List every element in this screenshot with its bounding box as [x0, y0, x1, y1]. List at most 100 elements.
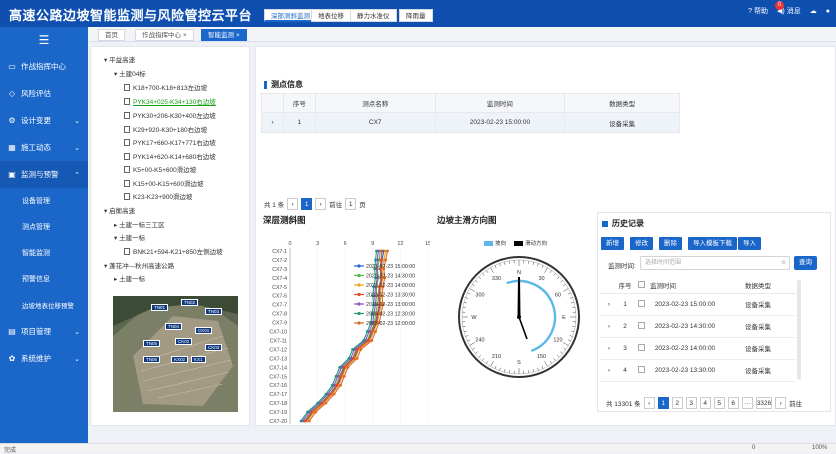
- tab-label: 首页: [105, 32, 118, 39]
- tree-node[interactable]: K29+920-K30+180右边坡: [124, 124, 207, 134]
- page-button[interactable]: 1: [301, 198, 312, 210]
- close-icon[interactable]: ×: [236, 32, 240, 39]
- tree-node[interactable]: K23-K23+900滑边坡: [124, 191, 192, 201]
- sidebar-item-system[interactable]: ✿系统维护⌄: [0, 345, 88, 372]
- question-icon: ?: [748, 8, 752, 15]
- tree-node[interactable]: ▾ 启衡高速: [104, 205, 135, 215]
- table-cell: 2: [618, 315, 632, 337]
- expand-icon[interactable]: ›: [262, 113, 284, 133]
- tree-node[interactable]: K15+00-K15+600滑边坡: [124, 178, 203, 188]
- select-all-checkbox[interactable]: [632, 278, 650, 293]
- expand-icon[interactable]: ›: [600, 337, 618, 359]
- expand-icon[interactable]: ›: [600, 359, 618, 381]
- next-page-button[interactable]: ›: [775, 397, 786, 409]
- data-point: [381, 250, 384, 253]
- add-button[interactable]: 新增: [601, 237, 624, 250]
- sidebar-subitem-device[interactable]: 设备管理: [0, 188, 88, 214]
- table-row[interactable]: ›12023-02-23 15:00:00设备采集: [600, 293, 796, 315]
- slide-direction-needle: [518, 277, 521, 317]
- row-checkbox[interactable]: [632, 293, 650, 315]
- data-point: [314, 411, 317, 414]
- sidebar-item-label: 风险评估: [21, 88, 51, 99]
- subtab-deep-inclinometer[interactable]: 深部测斜监测: [264, 9, 317, 22]
- tree-node[interactable]: K18+700-K18+813左边坡: [124, 82, 207, 92]
- subtab-static-level[interactable]: 静力水准仪: [350, 9, 397, 22]
- user-icon[interactable]: ●: [826, 8, 830, 15]
- sidebar-item-design-change[interactable]: ⚙设计变更⌄: [0, 107, 88, 134]
- template-download-button[interactable]: 导入模板下载: [688, 237, 737, 250]
- data-point: [308, 420, 311, 423]
- table-row[interactable]: › 1 CX7 2023-02-23 15:00:00 设备采集: [262, 113, 680, 133]
- placeholder-text: 选择时间范围: [645, 260, 681, 266]
- tree-node[interactable]: K5+00-K5+600滑边坡: [124, 164, 196, 174]
- row-checkbox[interactable]: [632, 337, 650, 359]
- page-button[interactable]: 5: [714, 397, 725, 409]
- close-icon[interactable]: ×: [183, 32, 187, 39]
- tree-node[interactable]: ▾ 蓬花冲—秋州高速公路: [104, 260, 174, 270]
- sidebar-item-label: 施工动态: [21, 142, 51, 153]
- page-button[interactable]: 1: [658, 397, 669, 409]
- page-button[interactable]: 3326: [756, 397, 772, 409]
- expand-icon[interactable]: ›: [600, 315, 618, 337]
- sidebar-item-risk[interactable]: ◇风险评估: [0, 80, 88, 107]
- table-header: 数据类型: [720, 278, 796, 293]
- table-header: 数据类型: [565, 94, 680, 113]
- tab-command-center[interactable]: 作战指挥中心 ×: [135, 29, 194, 41]
- sidebar-item-monitoring[interactable]: ▣监测与预警⌃: [0, 161, 88, 188]
- page-button[interactable]: 2: [672, 397, 683, 409]
- needle-hub: [517, 315, 521, 319]
- table-row[interactable]: ›22023-02-23 14:30:00设备采集: [600, 315, 796, 337]
- sidebar-subitem-warning[interactable]: 预警信息: [0, 266, 88, 292]
- subtab-rainfall[interactable]: 降雨量: [399, 9, 433, 22]
- tab-smart-monitor[interactable]: 智能监测 ×: [201, 29, 247, 41]
- document-icon: [124, 248, 130, 255]
- tree-node[interactable]: ▾ 平益高速: [104, 54, 135, 64]
- zoom-level[interactable]: 100%: [812, 445, 827, 451]
- row-checkbox[interactable]: [632, 315, 650, 337]
- goto-input[interactable]: 1: [345, 198, 356, 210]
- history-scrollbar[interactable]: [797, 280, 801, 380]
- row-checkbox[interactable]: [632, 359, 650, 381]
- next-page-button[interactable]: ›: [315, 198, 326, 210]
- tree-node[interactable]: ▾ 土建04标: [114, 68, 146, 78]
- tree-node[interactable]: PYK30+206-K30+400左边坡: [124, 110, 216, 120]
- subtab-surface-displacement[interactable]: 地表位移: [311, 9, 351, 22]
- data-point: [374, 330, 377, 333]
- page-button[interactable]: 6: [728, 397, 739, 409]
- prev-page-button[interactable]: ‹: [644, 397, 655, 409]
- tree-node[interactable]: ▸ 土建一标: [114, 273, 145, 283]
- table-row[interactable]: ›32023-02-23 14:00:00设备采集: [600, 337, 796, 359]
- tree-node[interactable]: ▸ 土建一标三工区: [114, 219, 165, 229]
- more-pages-button[interactable]: ···: [742, 397, 753, 409]
- data-point: [367, 339, 370, 342]
- query-button[interactable]: 查询: [794, 256, 817, 270]
- delete-button[interactable]: 删除: [659, 237, 682, 250]
- sidebar-subitem-smart-monitor[interactable]: 智能监测: [0, 240, 88, 266]
- tree-node[interactable]: PYK17+660-K17+771右边坡: [124, 137, 216, 147]
- sidebar-subitem-points[interactable]: 测点管理: [0, 214, 88, 240]
- expand-icon[interactable]: ›: [600, 293, 618, 315]
- tree-node[interactable]: ▾ 土建一标: [114, 232, 145, 242]
- tab-home[interactable]: 首页: [98, 29, 125, 41]
- sidebar-item-command-center[interactable]: ▭作战指挥中心: [0, 53, 88, 80]
- help-button[interactable]: ?帮助: [748, 6, 768, 16]
- menu-toggle-icon[interactable]: ☰: [0, 27, 88, 53]
- tree-node[interactable]: BNK21+594-K21+850左侧边坡: [124, 246, 223, 256]
- tree-node[interactable]: PYK14+620-K14+680右边坡: [124, 151, 216, 161]
- time-range-input[interactable]: 选择时间范围⊗: [640, 256, 790, 270]
- table-row[interactable]: ›42023-02-23 13:30:00设备采集: [600, 359, 796, 381]
- edit-button[interactable]: 修改: [630, 237, 653, 250]
- import-button[interactable]: 导入: [738, 237, 761, 250]
- sidebar-subitem-surface-warning[interactable]: 边坡地表位移预警: [0, 292, 88, 318]
- page-button[interactable]: 4: [700, 397, 711, 409]
- sensor-label: TN01: [151, 304, 168, 311]
- sidebar-item-project[interactable]: ▤项目管理⌄: [0, 318, 88, 345]
- sidebar-item-construction[interactable]: ▦施工动态⌄: [0, 134, 88, 161]
- weather-icon[interactable]: ☁: [810, 7, 817, 15]
- prev-page-button[interactable]: ‹: [287, 198, 298, 210]
- sensor-label: KX1: [191, 356, 206, 363]
- page-button[interactable]: 3: [686, 397, 697, 409]
- deep-chart-title: 深层测斜图: [263, 214, 306, 226]
- y-tick-label: CX7-7: [272, 303, 287, 309]
- tree-node-selected[interactable]: PYK34+025-K34+130右边坡: [124, 96, 216, 106]
